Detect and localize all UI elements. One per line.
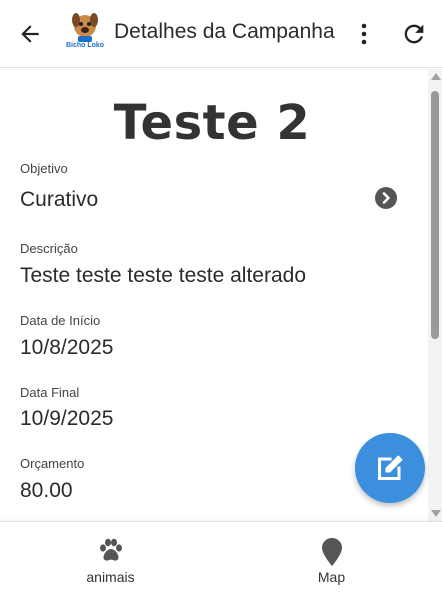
start-date-label: Data de Início	[20, 313, 101, 328]
map-pin-icon	[321, 538, 342, 566]
objective-label: Objetivo	[20, 161, 68, 176]
nav-item-animais[interactable]: animais	[0, 522, 221, 593]
nav-label-map: Map	[317, 569, 346, 585]
edit-campaign-button[interactable]	[355, 433, 425, 503]
objective-value: Curativo	[20, 188, 99, 211]
chevron-right-circle-icon[interactable]	[375, 187, 397, 209]
nav-item-map[interactable]: Map	[221, 522, 442, 593]
budget-label: Orçamento	[20, 456, 85, 471]
end-date-label: Data Final	[20, 385, 80, 400]
bottom-navigation: animais Map	[0, 521, 442, 593]
scroll-up-arrow[interactable]	[431, 73, 441, 80]
end-date-value: 10/9/2025	[20, 407, 114, 430]
more-vert-icon	[361, 23, 367, 45]
description-value: Teste teste teste teste alterado	[20, 264, 307, 287]
arrow-left-icon	[21, 25, 39, 43]
page-title: Detalhes da Campanha	[114, 20, 335, 43]
description-label: Descrição	[20, 241, 78, 256]
refresh-icon	[404, 24, 424, 44]
edit-icon	[378, 455, 403, 480]
back-button[interactable]	[14, 18, 46, 50]
scroll-down-arrow[interactable]	[431, 510, 441, 517]
app-bar: Bicho Loko Detalhes da Campanha	[0, 0, 442, 68]
refresh-button[interactable]	[398, 19, 430, 49]
budget-value: 80.00	[20, 479, 73, 502]
nav-label-animais: animais	[86, 569, 135, 585]
more-options-button[interactable]	[352, 20, 376, 48]
start-date-value: 10/8/2025	[20, 336, 114, 359]
scrollbar[interactable]	[428, 69, 442, 521]
paw-icon	[99, 538, 122, 561]
scroll-thumb[interactable]	[431, 91, 439, 339]
campaign-name: Teste 2	[113, 95, 311, 151]
logo-text: Bicho Loko	[65, 42, 105, 49]
